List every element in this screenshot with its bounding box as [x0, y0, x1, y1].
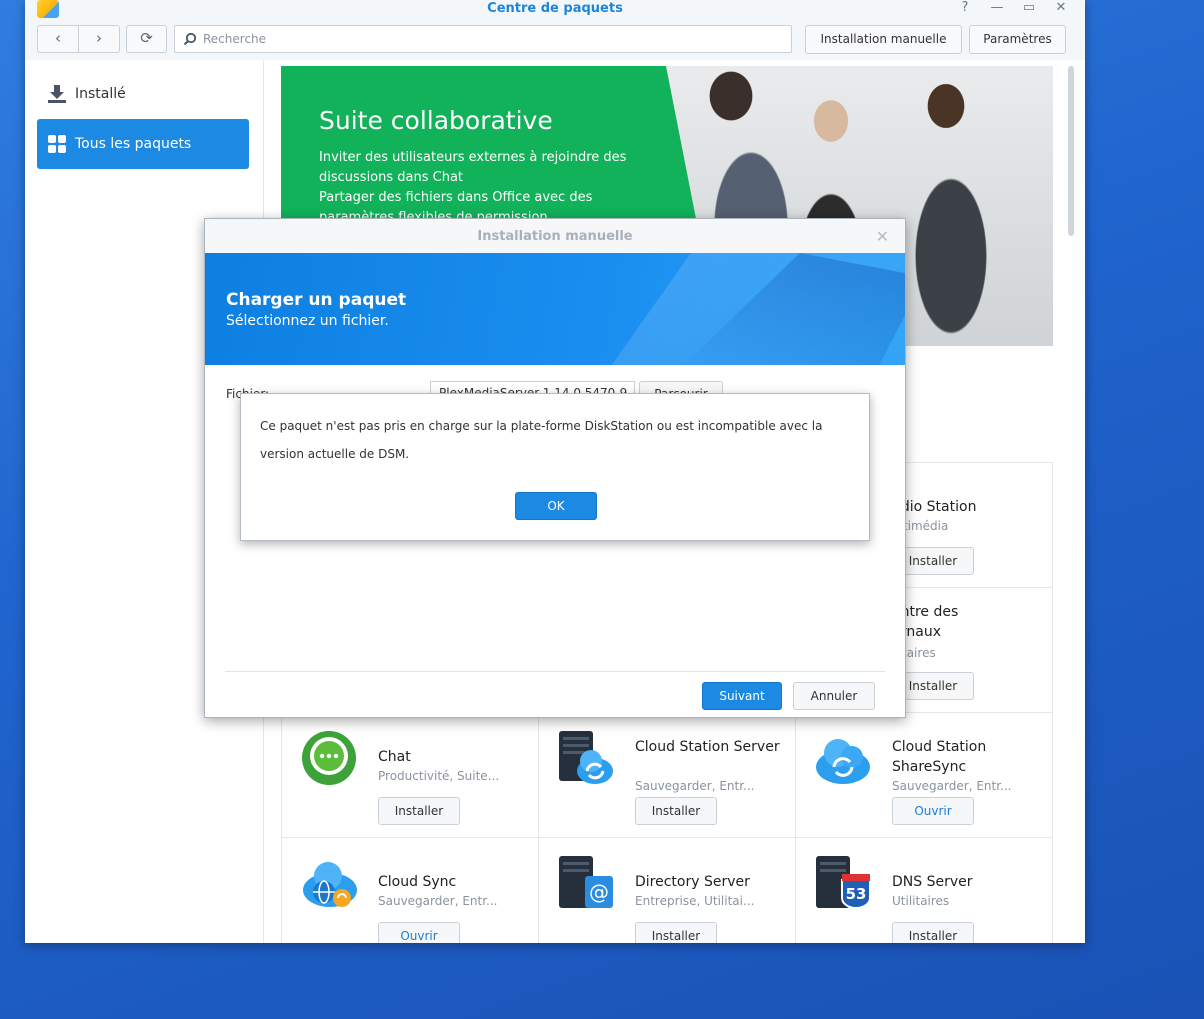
forward-button[interactable]: ›	[78, 25, 120, 53]
dns-server-icon: 53	[816, 856, 871, 909]
close-icon[interactable]: ✕	[876, 227, 889, 246]
package-card[interactable]: Chat Productivité, Suite... Installer	[282, 713, 539, 838]
banner-line: Inviter des utilisateurs externes à rejo…	[319, 150, 627, 165]
toolbar: ‹ › ⟳ Installation manuelle Paramètres	[25, 20, 1085, 60]
package-name: Chat	[378, 749, 411, 765]
package-card[interactable]: Cloud Station Server Sauvegarder, Entr..…	[539, 713, 796, 838]
back-button[interactable]: ‹	[37, 25, 79, 53]
open-button[interactable]: Ouvrir	[892, 797, 974, 825]
package-category: Sauvegarder, Entr...	[378, 894, 498, 908]
package-card[interactable]: 53 DNS Server Utilitaires Installer	[796, 838, 1053, 943]
package-name: DNS Server	[892, 874, 973, 890]
scrollbar[interactable]	[1068, 66, 1074, 236]
sidebar-item-all-packages[interactable]: Tous les paquets	[37, 119, 249, 169]
maximize-icon[interactable]: ▭	[1019, 0, 1039, 18]
svg-text:@: @	[589, 880, 609, 904]
settings-button[interactable]: Paramètres	[969, 25, 1066, 54]
package-name: Cloud Sync	[378, 874, 457, 890]
dialog-heading: Charger un paquet	[226, 290, 407, 310]
package-category: Utilitaires	[892, 894, 950, 908]
search-box[interactable]	[174, 25, 792, 53]
directory-server-icon: @	[559, 856, 613, 908]
package-category: ultimédia	[892, 519, 949, 533]
cloud-sync-icon	[303, 862, 357, 907]
manual-install-button[interactable]: Installation manuelle	[805, 25, 962, 54]
dialog-title-bar: Installation manuelle ✕	[205, 219, 905, 253]
close-icon[interactable]: ✕	[1051, 0, 1071, 18]
package-category: Productivité, Suite...	[378, 769, 500, 783]
package-category: ilitaires	[892, 646, 936, 660]
window-title: Centre de paquets	[487, 1, 623, 16]
package-name: Cloud Station Server	[635, 739, 780, 755]
alert-message-line: version actuelle de DSM.	[260, 447, 410, 461]
sidebar-item-label: Tous les paquets	[75, 136, 192, 152]
divider	[225, 671, 885, 672]
banner-line: Partager des fichiers dans Office avec d…	[319, 190, 593, 205]
dialog-subheading: Sélectionnez un fichier.	[226, 313, 389, 329]
next-button[interactable]: Suivant	[702, 682, 782, 710]
banner-title: Suite collaborative	[319, 106, 553, 135]
dialog-title: Installation manuelle	[477, 229, 633, 244]
alert-message-line: Ce paquet n'est pas pris en charge sur l…	[260, 419, 823, 433]
package-category: Sauvegarder, Entr...	[892, 779, 1012, 793]
package-name: Cloud Station ShareSync	[892, 739, 987, 775]
cancel-button[interactable]: Annuler	[793, 682, 875, 710]
package-category: Sauvegarder, Entr...	[635, 779, 755, 793]
error-alert: Ce paquet n'est pas pris en charge sur l…	[240, 393, 870, 541]
package-card[interactable]: Cloud Sync Sauvegarder, Entr... Ouvrir	[282, 838, 539, 943]
package-name: udio Station	[892, 499, 977, 515]
chevron-right-icon: ›	[96, 29, 102, 47]
chat-icon	[302, 731, 356, 785]
package-category: Entreprise, Utilitai...	[635, 894, 755, 908]
package-card[interactable]: @ Directory Server Entreprise, Utilitai.…	[539, 838, 796, 943]
title-bar: Centre de paquets ? — ▭ ✕	[25, 0, 1085, 20]
open-button[interactable]: Ouvrir	[378, 922, 460, 943]
refresh-icon: ⟳	[140, 29, 153, 47]
install-button[interactable]: Installer	[635, 797, 717, 825]
package-card[interactable]: Cloud Station ShareSync Sauvegarder, Ent…	[796, 713, 1053, 838]
minimize-icon[interactable]: —	[987, 0, 1007, 18]
search-icon	[183, 32, 197, 46]
sidebar-item-label: Installé	[75, 86, 126, 102]
cloud-station-server-icon	[559, 731, 613, 784]
refresh-button[interactable]: ⟳	[126, 25, 167, 53]
alert-message: Ce paquet n'est pas pris en charge sur l…	[260, 412, 850, 468]
dialog-header: Charger un paquet Sélectionnez un fichie…	[205, 253, 905, 365]
chevron-left-icon: ‹	[55, 29, 61, 47]
install-button[interactable]: Installer	[892, 922, 974, 943]
sidebar-item-installed[interactable]: Installé	[37, 69, 249, 119]
search-input[interactable]	[203, 29, 783, 49]
cloud-station-sharesync-icon	[816, 739, 870, 784]
grid-icon	[48, 135, 66, 153]
help-icon[interactable]: ?	[955, 0, 975, 18]
banner-line: discussions dans Chat	[319, 170, 464, 185]
svg-text:53: 53	[846, 885, 867, 903]
download-icon	[48, 85, 66, 103]
install-button[interactable]: Installer	[378, 797, 460, 825]
banner-text: Inviter des utilisateurs externes à rejo…	[319, 148, 659, 228]
install-button[interactable]: Installer	[635, 922, 717, 943]
ok-button[interactable]: OK	[515, 492, 597, 520]
package-name: Directory Server	[635, 874, 750, 890]
